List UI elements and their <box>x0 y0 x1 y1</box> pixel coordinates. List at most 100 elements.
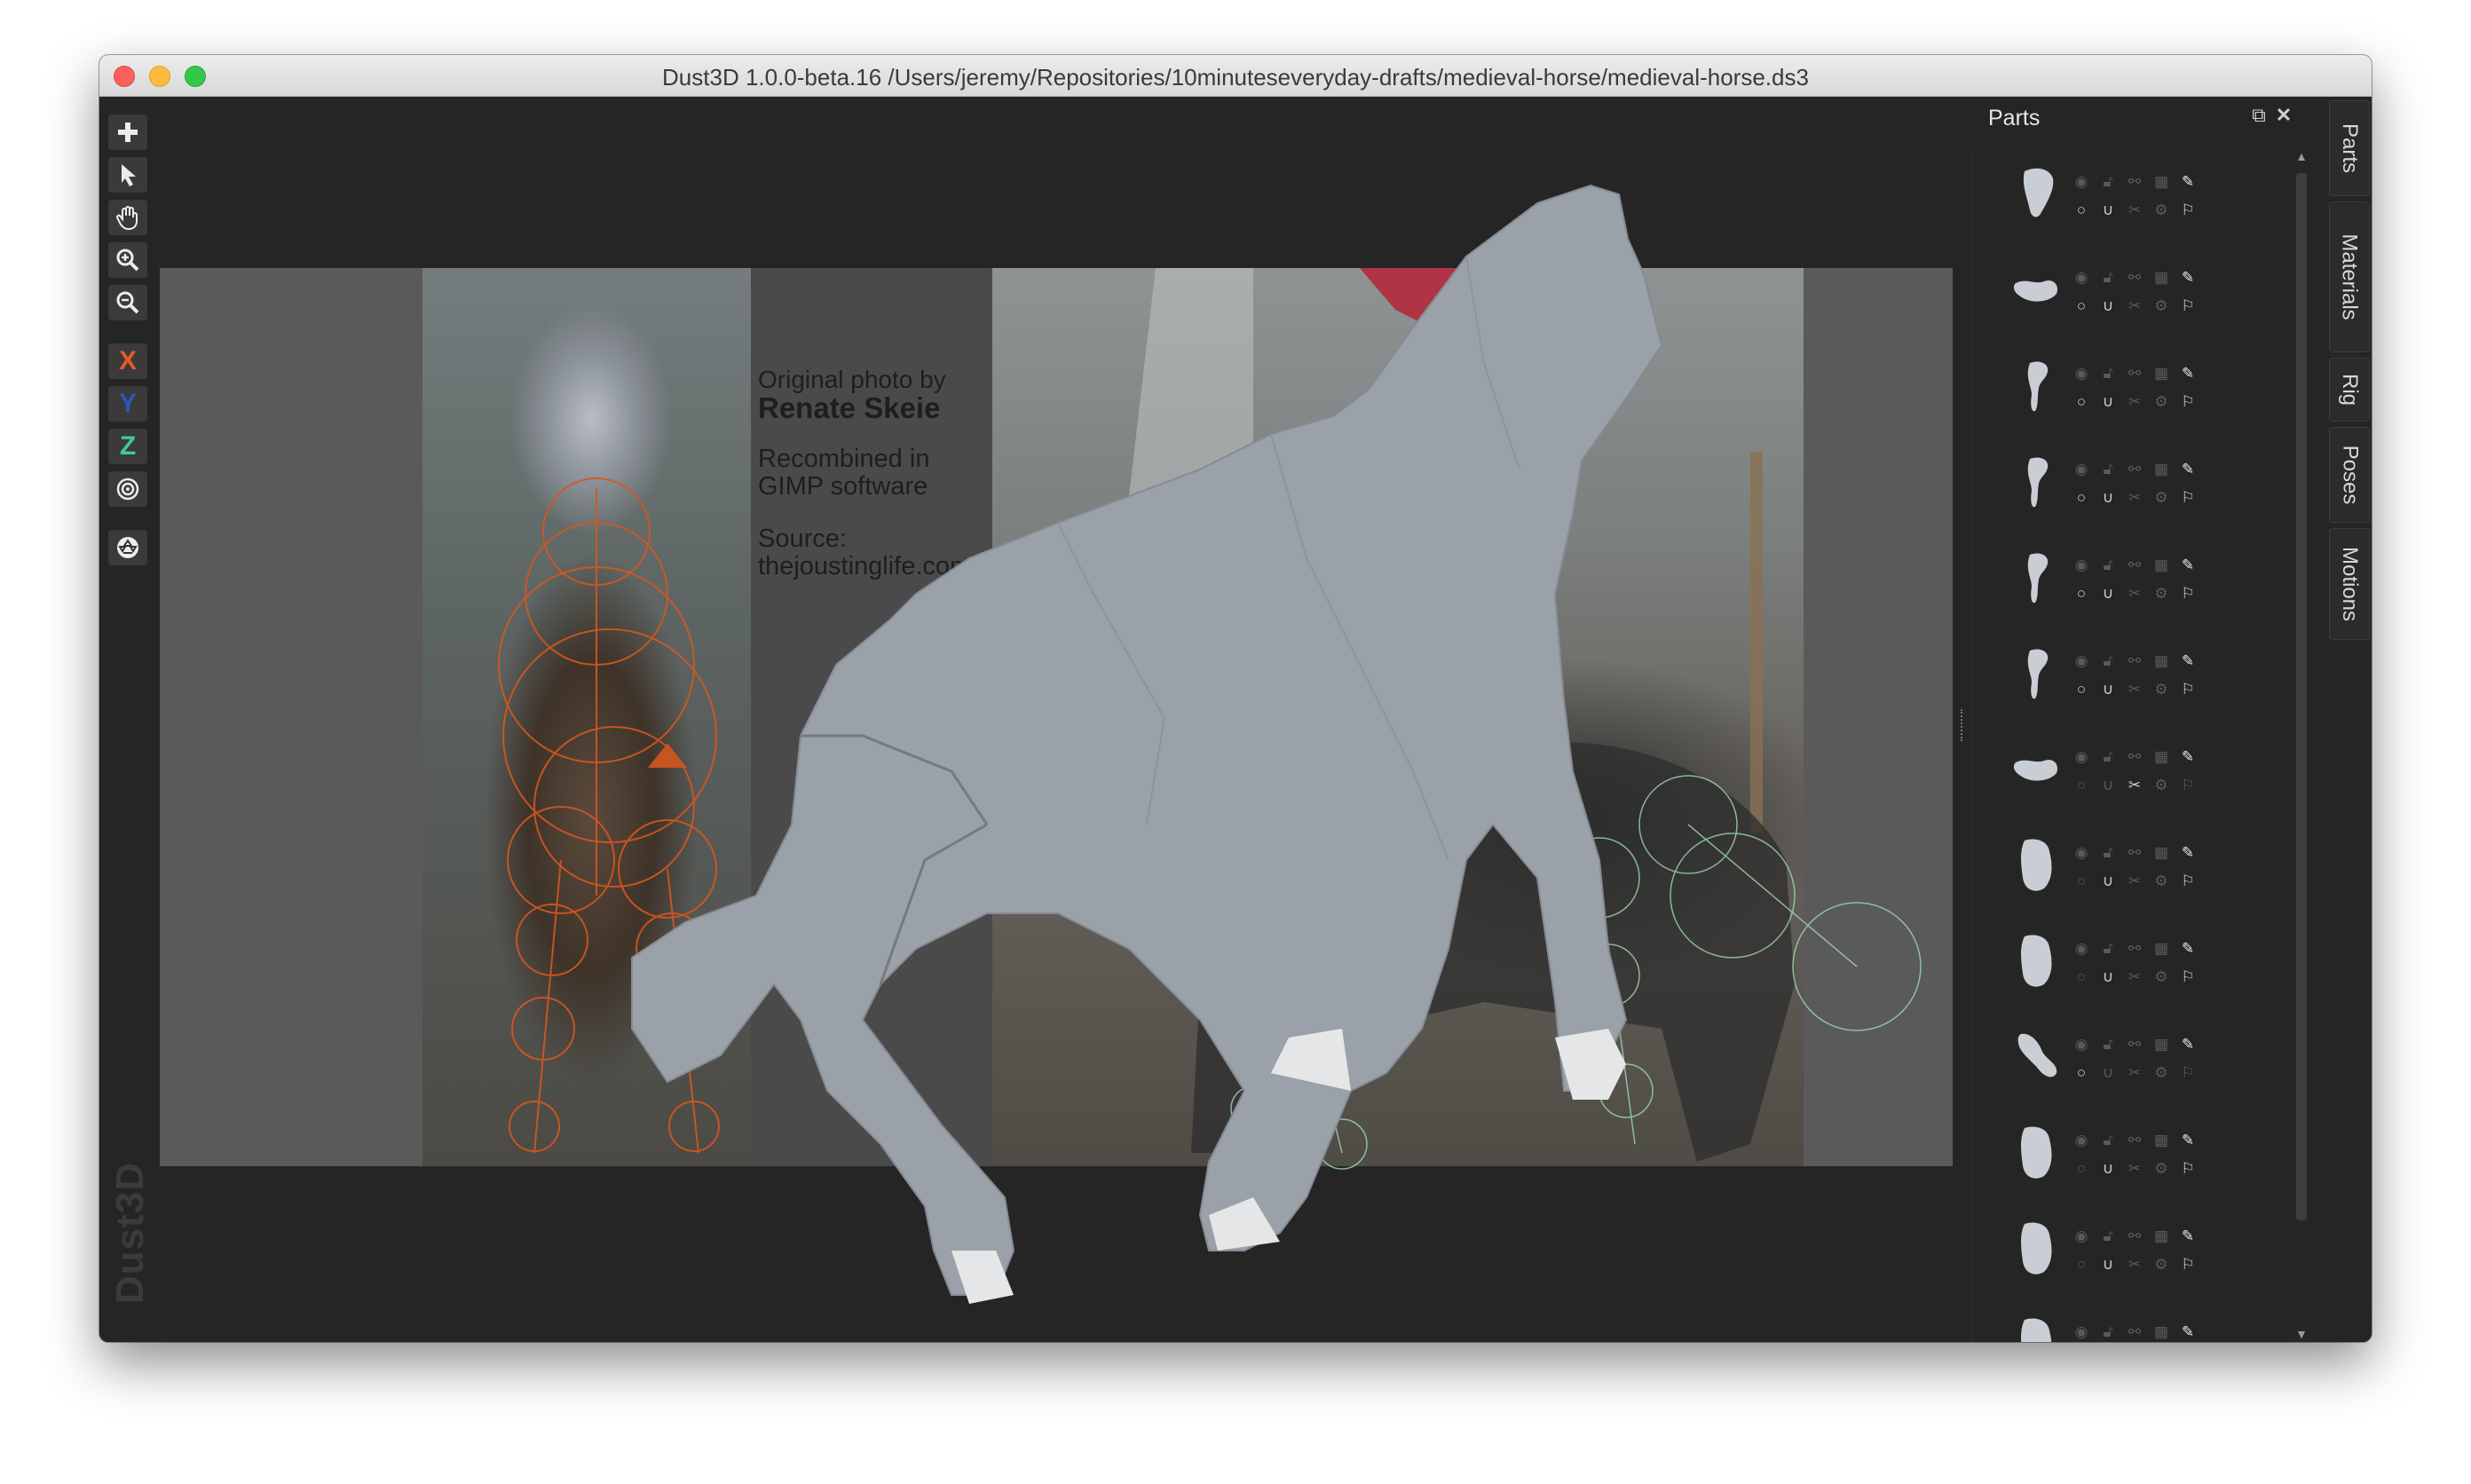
radius-icon[interactable]: ○ <box>2072 968 2090 986</box>
scroll-down-arrow[interactable]: ▼ <box>2293 1326 2309 1342</box>
mesh-icon[interactable]: ▦ <box>2152 461 2170 478</box>
target-part-icon[interactable]: ⚐ <box>2179 489 2197 507</box>
scroll-thumb[interactable] <box>2296 173 2307 1220</box>
settings-icon[interactable]: ⚙ <box>2152 1160 2170 1178</box>
scissors-icon[interactable]: ✂ <box>2126 585 2143 603</box>
magnet-icon[interactable]: ∪ <box>2099 1256 2117 1274</box>
color-picker-icon[interactable]: ✎ <box>2179 652 2197 670</box>
radius-icon[interactable]: ○ <box>2072 777 2090 794</box>
panel-splitter[interactable] <box>1961 709 1966 741</box>
visibility-icon[interactable]: ◉ <box>2072 1323 2090 1341</box>
part-row[interactable]: ◉ 🔓︎ ⚯ ▦ ✎ ○ ∪ ✂ ⚙ ⚐ <box>1973 628 2270 723</box>
target-part-icon[interactable]: ⚐ <box>2179 297 2197 315</box>
link-icon[interactable]: ⚯ <box>2126 1036 2143 1054</box>
mesh-icon[interactable]: ▦ <box>2152 269 2170 287</box>
settings-icon[interactable]: ⚙ <box>2152 1256 2170 1274</box>
color-picker-icon[interactable]: ✎ <box>2179 844 2197 862</box>
tab-rig[interactable]: Rig <box>2329 358 2370 422</box>
color-picker-icon[interactable]: ✎ <box>2179 940 2197 958</box>
settings-icon[interactable]: ⚙ <box>2152 393 2170 411</box>
mesh-icon[interactable]: ▦ <box>2152 173 2170 191</box>
scissors-icon[interactable]: ✂ <box>2126 1256 2143 1274</box>
magnet-icon[interactable]: ∪ <box>2099 777 2117 794</box>
color-picker-icon[interactable]: ✎ <box>2179 748 2197 766</box>
visibility-icon[interactable]: ◉ <box>2072 1036 2090 1054</box>
tab-materials[interactable]: Materials <box>2329 201 2370 352</box>
part-row[interactable]: ◉ 🔓︎ ⚯ ▦ ✎ ○ ∪ ✂ ⚙ ⚐ <box>1973 915 2270 1011</box>
lock-icon[interactable]: 🔓︎ <box>2099 1036 2117 1054</box>
lock-icon[interactable]: 🔓︎ <box>2099 269 2117 287</box>
part-row[interactable]: ◉ 🔓︎ ⚯ ▦ ✎ ○ ∪ ✂ ⚙ ⚐ <box>1973 340 2270 436</box>
radius-icon[interactable]: ○ <box>2072 681 2090 699</box>
link-icon[interactable]: ⚯ <box>2126 365 2143 383</box>
target-part-icon[interactable]: ⚐ <box>2179 201 2197 219</box>
link-icon[interactable]: ⚯ <box>2126 940 2143 958</box>
target-part-icon[interactable]: ⚐ <box>2179 681 2197 699</box>
parts-scrollbar[interactable]: ▲ ▼ <box>2293 148 2309 1342</box>
tab-parts[interactable]: Parts <box>2329 100 2370 196</box>
scissors-icon[interactable]: ✂ <box>2126 777 2143 794</box>
settings-icon[interactable]: ⚙ <box>2152 585 2170 603</box>
radius-icon[interactable]: ○ <box>2072 297 2090 315</box>
visibility-icon[interactable]: ◉ <box>2072 652 2090 670</box>
settings-icon[interactable]: ⚙ <box>2152 1064 2170 1082</box>
magnet-icon[interactable]: ∪ <box>2099 681 2117 699</box>
lock-icon[interactable]: 🔓︎ <box>2099 1227 2117 1245</box>
magnet-icon[interactable]: ∪ <box>2099 489 2117 507</box>
part-row[interactable]: ◉ 🔓︎ ⚯ ▦ ✎ ○ ∪ ✂ ⚙ ⚐ <box>1973 1203 2270 1298</box>
magnet-icon[interactable]: ∪ <box>2099 297 2117 315</box>
scissors-icon[interactable]: ✂ <box>2126 201 2143 219</box>
part-row[interactable]: ◉ 🔓︎ ⚯ ▦ ✎ ○ ∪ ✂ ⚙ ⚐ <box>1973 1011 2270 1107</box>
color-picker-icon[interactable]: ✎ <box>2179 1323 2197 1341</box>
radius-icon[interactable]: ○ <box>2072 201 2090 219</box>
link-icon[interactable]: ⚯ <box>2126 844 2143 862</box>
lock-icon[interactable]: 🔓︎ <box>2099 461 2117 478</box>
link-icon[interactable]: ⚯ <box>2126 556 2143 574</box>
radius-icon[interactable]: ○ <box>2072 1256 2090 1274</box>
settings-icon[interactable]: ⚙ <box>2152 201 2170 219</box>
magnet-icon[interactable]: ∪ <box>2099 872 2117 890</box>
magnet-icon[interactable]: ∪ <box>2099 585 2117 603</box>
mesh-icon[interactable]: ▦ <box>2152 1132 2170 1149</box>
part-row[interactable]: ◉ 🔓︎ ⚯ ▦ ✎ ○ ∪ ✂ ⚙ ⚐ <box>1973 436 2270 532</box>
target-part-icon[interactable]: ⚐ <box>2179 1160 2197 1178</box>
mesh-icon[interactable]: ▦ <box>2152 844 2170 862</box>
target-part-icon[interactable]: ⚐ <box>2179 1256 2197 1274</box>
visibility-icon[interactable]: ◉ <box>2072 461 2090 478</box>
visibility-icon[interactable]: ◉ <box>2072 940 2090 958</box>
link-icon[interactable]: ⚯ <box>2126 1227 2143 1245</box>
target-part-icon[interactable]: ⚐ <box>2179 585 2197 603</box>
lock-icon[interactable]: 🔓︎ <box>2099 748 2117 766</box>
mesh-icon[interactable]: ▦ <box>2152 652 2170 670</box>
magnet-icon[interactable]: ∪ <box>2099 393 2117 411</box>
visibility-icon[interactable]: ◉ <box>2072 173 2090 191</box>
target-part-icon[interactable]: ⚐ <box>2179 968 2197 986</box>
scissors-icon[interactable]: ✂ <box>2126 1064 2143 1082</box>
scissors-icon[interactable]: ✂ <box>2126 489 2143 507</box>
mesh-icon[interactable]: ▦ <box>2152 1036 2170 1054</box>
magnet-icon[interactable]: ∪ <box>2099 201 2117 219</box>
radius-icon[interactable]: ○ <box>2072 489 2090 507</box>
visibility-icon[interactable]: ◉ <box>2072 844 2090 862</box>
target-part-icon[interactable]: ⚐ <box>2179 872 2197 890</box>
color-picker-icon[interactable]: ✎ <box>2179 556 2197 574</box>
tab-motions[interactable]: Motions <box>2329 528 2370 640</box>
scissors-icon[interactable]: ✂ <box>2126 681 2143 699</box>
color-picker-icon[interactable]: ✎ <box>2179 365 2197 383</box>
parts-list[interactable]: ◉ 🔓︎ ⚯ ▦ ✎ ○ ∪ ✂ ⚙ ⚐ ◉ 🔓︎ ⚯ ▦ ✎ ○ ∪ ✂ ⚙ ⚐ ◉ 🔓︎ ⚯ ▦ ✎ ○ ∪ ✂ ⚙ ⚐ ◉ 🔓︎ ⚯ ▦ ✎ ○… <box>1972 148 2270 1342</box>
scissors-icon[interactable]: ✂ <box>2126 297 2143 315</box>
radius-icon[interactable]: ○ <box>2072 585 2090 603</box>
settings-icon[interactable]: ⚙ <box>2152 872 2170 890</box>
part-row[interactable]: ◉ 🔓︎ ⚯ ▦ ✎ ○ ∪ ✂ ⚙ ⚐ <box>1973 1107 2270 1203</box>
settings-icon[interactable]: ⚙ <box>2152 489 2170 507</box>
color-picker-icon[interactable]: ✎ <box>2179 1132 2197 1149</box>
mesh-icon[interactable]: ▦ <box>2152 940 2170 958</box>
mesh-icon[interactable]: ▦ <box>2152 1227 2170 1245</box>
link-icon[interactable]: ⚯ <box>2126 652 2143 670</box>
tab-poses[interactable]: Poses <box>2329 427 2370 523</box>
lock-icon[interactable]: 🔓︎ <box>2099 652 2117 670</box>
settings-icon[interactable]: ⚙ <box>2152 777 2170 794</box>
color-picker-icon[interactable]: ✎ <box>2179 1036 2197 1054</box>
scroll-up-arrow[interactable]: ▲ <box>2293 148 2309 164</box>
mesh-icon[interactable]: ▦ <box>2152 1323 2170 1341</box>
